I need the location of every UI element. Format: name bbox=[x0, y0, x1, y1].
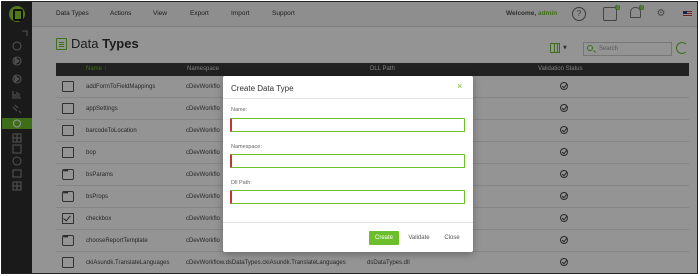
app-window: Data Types Actions View Export Import Su… bbox=[1, 1, 698, 274]
validate-button[interactable]: Validate bbox=[404, 231, 434, 245]
namespace-label: Namespace: bbox=[231, 144, 262, 150]
divider bbox=[223, 222, 473, 223]
divider bbox=[223, 98, 473, 99]
dialog-title: Create Data Type bbox=[231, 84, 294, 93]
name-label: Name: bbox=[231, 107, 248, 113]
create-data-type-dialog: Create Data Type × Name: Namespace: Dll … bbox=[223, 76, 473, 252]
name-field[interactable] bbox=[230, 118, 465, 132]
close-button[interactable]: Close bbox=[439, 231, 465, 245]
dll-path-field[interactable] bbox=[230, 190, 465, 204]
close-icon[interactable]: × bbox=[457, 81, 462, 91]
namespace-field[interactable] bbox=[230, 154, 465, 168]
dll-path-label: Dll Path: bbox=[231, 180, 252, 186]
create-button[interactable]: Create bbox=[369, 231, 399, 245]
